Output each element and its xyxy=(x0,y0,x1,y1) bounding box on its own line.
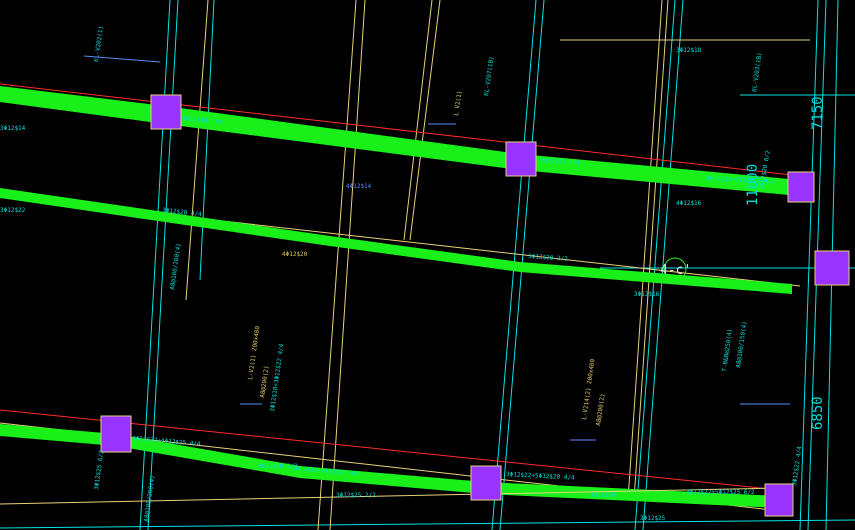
dimension-bottom: 6850 xyxy=(810,396,826,430)
annotation-label: 4Φ12$16 xyxy=(676,200,702,207)
annotation-label: 3Φ12$22 xyxy=(0,207,26,214)
annotation-label: 4Φ12$20 xyxy=(282,251,308,258)
column xyxy=(787,171,815,203)
annotation-label: 3Φ12$25 xyxy=(640,515,666,522)
column xyxy=(814,250,850,286)
annotation-label: 3Φ12$18 xyxy=(590,492,616,499)
column xyxy=(764,483,794,517)
annotation-label: 3Φ12$25 2/2 xyxy=(336,492,376,499)
column xyxy=(150,94,182,130)
dimension-top: 7150 xyxy=(810,96,826,130)
annotation-label: 3Φ12$18 xyxy=(676,47,702,54)
column xyxy=(100,415,132,453)
annotation-label: 3Φ12$14 xyxy=(0,125,26,132)
annotation-label: 3Φ12$16 xyxy=(634,291,660,298)
annotation-label: 4Φ12$14 xyxy=(346,183,372,190)
annotation-label: 3Φ12$22+5Φ12$25 6/2 xyxy=(686,489,755,496)
axis-marker-label: 4-c' xyxy=(660,263,691,278)
column xyxy=(470,465,502,501)
annotation-label: 3Φ12$20 2/2 xyxy=(258,463,298,470)
cad-drawing: 4-c' 7150 11000 6850 3Φ12$18 4/4 3Φ12$20… xyxy=(0,0,855,530)
column xyxy=(505,141,537,177)
